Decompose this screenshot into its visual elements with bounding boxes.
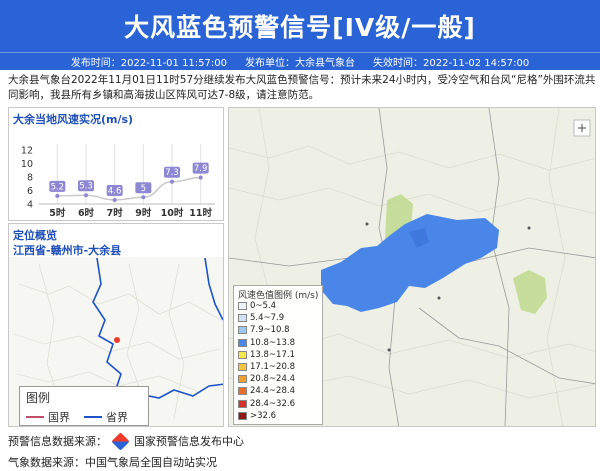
color-legend-label: 5.4~7.9: [250, 313, 285, 324]
data-point: [84, 193, 88, 198]
color-legend-item: 28.4~32.6: [238, 399, 295, 409]
color-legend-swatch: [238, 302, 247, 310]
color-legend-swatch: [238, 326, 247, 335]
weather-source: 气象数据来源：中国气象局全国自动站实况: [8, 454, 217, 470]
warning-source-org[interactable]: 国家预警信息发布中心: [134, 433, 244, 449]
meta-bar: 发布时间：2022-11-01 11:57:00 发布单位：大余县气象台 失效时…: [0, 52, 600, 70]
publish-time: 发布时间：2022-11-01 11:57:00: [70, 58, 227, 69]
color-legend-label: 28.4~32.6: [250, 398, 295, 409]
data-label: 5.3: [79, 182, 93, 192]
color-legend-item: 24.4~28.4: [238, 386, 295, 396]
color-legend-swatch: [238, 387, 247, 396]
color-legend-label: 20.8~24.4: [250, 374, 295, 385]
map-controls: [573, 119, 591, 137]
expire-time: 失效时间：2022-11-02 14:57:00: [373, 58, 530, 69]
data-label: 4.6: [108, 186, 122, 196]
color-legend-item: >32.6: [238, 411, 276, 421]
wind-speed-chart: 4 6 8 10 12 5.2 5.3 4.6 5 7.3 7.9 5时 6时 7时 9时 10时 11时: [21, 144, 215, 219]
wind-map-panel[interactable]: 风速色值图例 (m/s) 0~5.4 5.4~7.9 7.9~10.8 10.8~13…: [228, 107, 596, 427]
province-border-swatch: [84, 416, 102, 418]
data-point: [170, 179, 174, 184]
y-tick-label: 8: [27, 173, 33, 184]
x-tick-label: 11时: [189, 207, 212, 219]
color-legend-label: >32.6: [250, 410, 277, 421]
color-legend-item: 5.4~7.9: [238, 313, 284, 323]
y-tick-label: 12: [21, 146, 33, 157]
color-legend-label: 17.1~20.8: [250, 362, 295, 372]
data-label: 5: [141, 184, 146, 194]
color-legend-swatch: [238, 314, 247, 323]
color-legend-item: 17.1~20.8: [238, 362, 295, 372]
y-tick-label: 4: [27, 200, 33, 211]
weather-source-text: 气象数据来源：中国气象局全国自动站实况: [8, 456, 217, 469]
color-legend-item: 10.8~13.8: [238, 338, 295, 348]
y-tick-label: 6: [27, 186, 33, 197]
color-legend-title: 风速色值图例 (m/s): [238, 291, 319, 301]
color-legend-item: 20.8~24.4: [238, 374, 295, 384]
publisher: 发布单位：大余县气象台: [245, 58, 355, 69]
legend-province-row: 省界: [84, 409, 128, 425]
warning-source-prefix: 预警信息数据来源：: [8, 435, 107, 448]
y-tick-label: 10: [21, 159, 33, 170]
color-legend-label: 24.4~28.4: [250, 386, 295, 397]
boundary-legend: 图例 国界 省界: [19, 386, 149, 426]
wind-color-legend: 风速色值图例 (m/s) 0~5.4 5.4~7.9 7.9~10.8 10.8~13…: [233, 285, 323, 425]
color-legend-swatch: [238, 350, 247, 359]
data-point: [198, 175, 203, 180]
color-legend-label: 10.8~13.8: [250, 337, 295, 348]
legend-country-row: 国界: [26, 409, 70, 425]
header-banner: 大风蓝色预警信号[IV级/一般]: [0, 0, 600, 52]
boundary-legend-title: 图例: [26, 391, 51, 405]
country-border-swatch: [26, 416, 44, 418]
color-legend-item: 13.8~17.1: [238, 350, 295, 360]
location-marker: [114, 337, 120, 343]
data-label: 7.9: [194, 164, 208, 174]
color-legend-swatch: [238, 399, 247, 408]
x-tick-label: 6时: [78, 207, 95, 219]
data-label: 5.2: [51, 182, 65, 192]
color-legend-swatch: [238, 338, 247, 347]
data-label: 7.3: [165, 168, 179, 178]
x-tick-label: 10时: [161, 207, 184, 219]
data-point: [55, 193, 60, 198]
color-legend-item: 7.9~10.8: [238, 325, 290, 335]
location-panel: 定位概览 江西省-赣州市-大余县 图例 国界 省界: [8, 223, 224, 427]
warning-title: 大风蓝色预警信号[IV级/一般]: [124, 13, 476, 42]
color-legend-label: 13.8~17.1: [250, 349, 295, 360]
x-tick-label: 5时: [49, 207, 66, 219]
data-point: [112, 197, 117, 202]
color-legend-swatch: [238, 411, 247, 420]
wind-speed-panel: 大余当地风速实况(m/s) 4 6 8 10 12 5.2 5.3 4.6 5 7.3 7.9 5时 6…: [8, 107, 224, 221]
color-legend-swatch: [238, 375, 247, 384]
color-legend-item: 0~5.4: [238, 301, 276, 311]
legend-country-label: 国界: [48, 411, 70, 424]
x-tick-label: 9时: [135, 207, 152, 219]
legend-province-label: 省界: [106, 411, 128, 424]
x-tick-label: 7时: [107, 207, 124, 219]
color-legend-label: 0~5.4: [250, 301, 277, 311]
data-point: [141, 195, 146, 200]
color-legend-swatch: [238, 363, 247, 371]
warning-source: 预警信息数据来源： 国家预警信息发布中心: [8, 431, 244, 451]
warning-center-logo-icon: [111, 431, 130, 451]
color-legend-label: 7.9~10.8: [250, 325, 290, 336]
warning-description: 大余县气象台2022年11月01日11时57分继续发布大风蓝色预警信号：预计未来…: [8, 74, 596, 101]
